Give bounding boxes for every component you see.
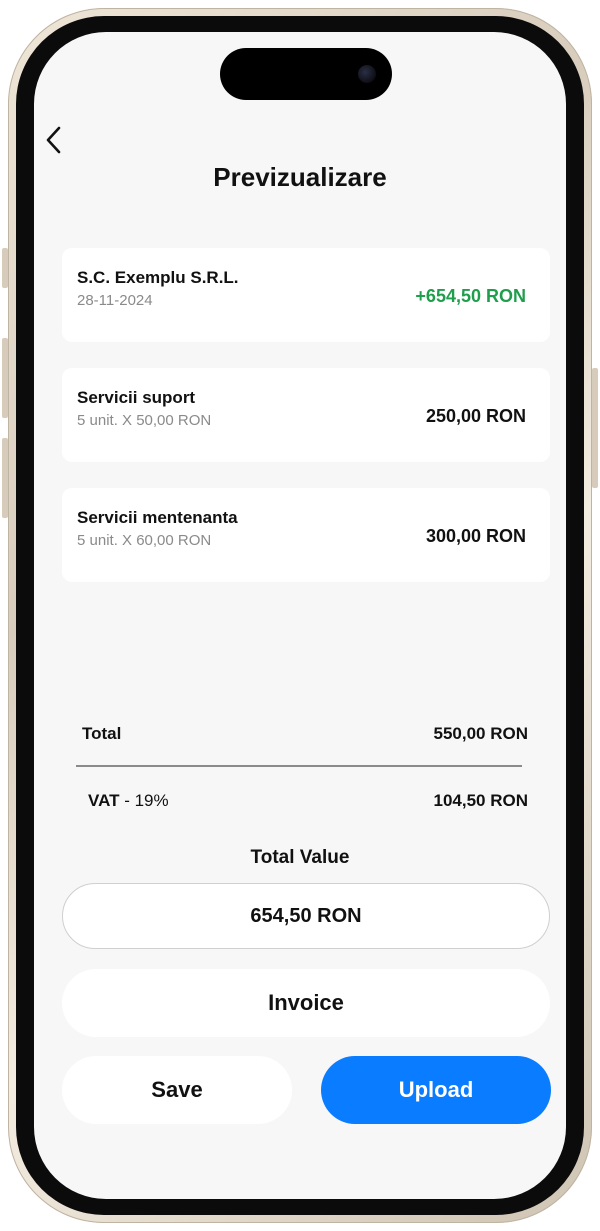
line-item-name: Servicii suport [77, 388, 196, 407]
page-title: Previzualizare [213, 162, 387, 192]
total-label: Total [82, 724, 122, 743]
total-value: 550,00 RON [433, 724, 529, 743]
chevron-left-icon [46, 126, 61, 154]
client-card[interactable]: S.C. Exemplu S.R.L. 28-11-2024 +654,50 R… [62, 248, 550, 342]
line-item-detail: 5 unit. X 60,00 RON [77, 532, 212, 549]
save-button[interactable]: Save [62, 1056, 292, 1124]
line-item-name: Servicii mentenanta [77, 508, 238, 527]
invoice-button[interactable]: Invoice [62, 969, 550, 1037]
client-amount: +654,50 RON [415, 286, 526, 306]
summary-divider [76, 765, 522, 767]
invoice-date: 28-11-2024 [77, 292, 153, 309]
total-value-field: 654,50 RON [62, 883, 550, 949]
upload-button[interactable]: Upload [321, 1056, 551, 1124]
line-item-amount: 300,00 RON [425, 526, 526, 546]
line-item-detail: 5 unit. X 50,00 RON [77, 412, 212, 429]
device-volume-up-button [2, 338, 8, 418]
total-value-amount: 654,50 RON [250, 904, 362, 927]
device-action-button [2, 248, 8, 288]
device-volume-down-button [2, 438, 8, 518]
line-item-card[interactable]: Servicii mentenanta 5 unit. X 60,00 RON … [62, 488, 550, 582]
vat-rate: - 19% [119, 791, 169, 810]
device-power-button [592, 368, 598, 488]
line-item-card[interactable]: Servicii suport 5 unit. X 50,00 RON 250,… [62, 368, 550, 462]
upload-button-label: Upload [398, 1077, 474, 1102]
vat-value: 104,50 RON [433, 791, 529, 810]
save-button-label: Save [151, 1077, 203, 1102]
back-button[interactable] [38, 122, 68, 158]
vat-label-group: VAT - 19% [88, 791, 169, 811]
dynamic-island [220, 48, 392, 100]
front-camera-icon [358, 65, 376, 83]
app-screen: Previzualizare S.C. Exemplu S.R.L. 28-11… [34, 32, 566, 1199]
total-value-label: Total Value [250, 847, 350, 868]
vat-label: VAT [88, 791, 120, 810]
line-item-amount: 250,00 RON [425, 406, 526, 426]
invoice-button-label: Invoice [268, 990, 344, 1015]
client-name: S.C. Exemplu S.R.L. [77, 268, 239, 287]
